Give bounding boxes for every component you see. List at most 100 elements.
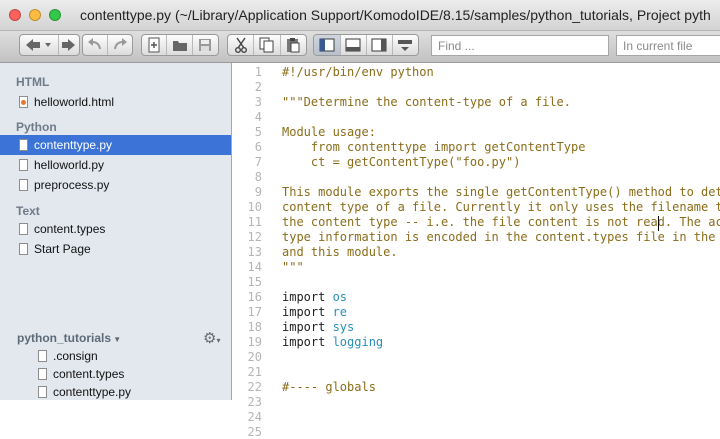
line-number: 3	[254, 95, 262, 109]
code-line: #!/usr/bin/env python	[282, 65, 434, 79]
places-sidebar: HTML helloworld.html Python contenttype.…	[0, 63, 232, 400]
cut-button[interactable]	[228, 35, 255, 55]
minimize-window-button[interactable]	[29, 9, 41, 21]
line-number: 8	[254, 170, 262, 184]
section-python: Python	[16, 120, 57, 134]
back-button[interactable]	[20, 35, 60, 55]
close-window-button[interactable]	[9, 9, 21, 21]
redo-icon	[113, 38, 127, 50]
sidebar-start-page[interactable]: Start Page	[0, 239, 231, 259]
text-cursor	[658, 216, 659, 231]
page-icon	[19, 243, 28, 255]
bottom-pane-icon	[345, 38, 361, 52]
line-number: 19	[247, 335, 262, 349]
right-pane-icon	[371, 38, 387, 52]
fullscreen-button[interactable]	[393, 35, 418, 55]
save-icon	[199, 39, 212, 51]
code-line: import sys	[282, 320, 355, 334]
file-label: contenttype.py	[34, 138, 113, 152]
zoom-window-button[interactable]	[49, 9, 61, 21]
sidebar-file-content-types[interactable]: content.types	[0, 219, 231, 239]
line-number: 10	[247, 200, 262, 214]
file-icon	[38, 368, 47, 380]
line-number: 20	[247, 350, 262, 364]
project-file-content-types[interactable]: content.types	[0, 364, 231, 384]
line-number: 23	[247, 395, 262, 409]
sidebar-file-contenttype-py[interactable]: contenttype.py	[0, 135, 231, 155]
gear-icon[interactable]: ⚙▾	[203, 329, 220, 347]
copy-button[interactable]	[254, 35, 281, 55]
undo-icon	[87, 38, 101, 50]
file-label: content.types	[34, 222, 106, 236]
forward-icon	[62, 39, 76, 51]
line-number: 15	[247, 275, 262, 289]
paste-button[interactable]	[281, 35, 306, 55]
cut-icon	[234, 37, 247, 53]
project-file-contenttype-py[interactable]: contenttype.py	[0, 382, 231, 402]
layout-group	[313, 34, 419, 56]
code-line: import re	[282, 305, 348, 319]
line-number: 21	[247, 365, 262, 379]
line-number: 9	[254, 185, 262, 199]
forward-button[interactable]	[59, 35, 79, 55]
file-group	[141, 34, 219, 56]
redo-button[interactable]	[108, 35, 132, 55]
code-line: type information is encoded in the conte…	[282, 230, 720, 244]
code-line: import os	[282, 290, 348, 304]
title-bar: contenttype.py (~/Library/Application Su…	[0, 0, 720, 31]
python-file-icon	[19, 159, 28, 171]
project-name: python_tutorials	[17, 331, 112, 345]
section-text: Text	[16, 204, 40, 218]
toggle-left-pane-button[interactable]	[314, 35, 341, 55]
code-line: import logging	[282, 335, 384, 349]
fullscreen-icon	[398, 40, 413, 51]
code-line: the content type -- i.e. the file conten…	[282, 215, 720, 229]
code-line: #---- globals	[282, 380, 376, 394]
line-number: 24	[247, 410, 262, 424]
project-name-dropdown[interactable]: python_tutorials ▼	[17, 331, 121, 345]
code-line: ct = getContentType("foo.py")	[282, 155, 521, 169]
new-file-icon	[148, 37, 160, 53]
history-group	[19, 34, 80, 56]
line-number: 18	[247, 320, 262, 334]
line-number: 12	[247, 230, 262, 244]
toggle-right-pane-button[interactable]	[367, 35, 393, 55]
file-label: preprocess.py	[34, 178, 110, 192]
line-number: 11	[247, 215, 262, 229]
clipboard-group	[227, 34, 307, 56]
toggle-bottom-pane-button[interactable]	[341, 35, 367, 55]
save-button[interactable]	[193, 35, 218, 55]
code-line: Module usage:	[282, 125, 376, 139]
line-number: 25	[247, 425, 262, 439]
python-file-icon	[38, 386, 47, 398]
line-number: 17	[247, 305, 262, 319]
section-html: HTML	[16, 75, 50, 89]
code-line: """Determine the content-type of a file.	[282, 95, 571, 109]
left-pane-icon	[319, 38, 335, 52]
line-number: 14	[247, 260, 262, 274]
line-number: 22	[247, 380, 262, 394]
find-scope-select[interactable]: In current file	[616, 35, 720, 56]
undo-button[interactable]	[83, 35, 108, 55]
paste-icon	[287, 38, 300, 53]
copy-icon	[259, 37, 274, 53]
file-label: contenttype.py	[53, 385, 132, 399]
chevron-down-icon: ▼	[111, 335, 122, 344]
new-file-button[interactable]	[142, 35, 168, 55]
sidebar-file-preprocess-py[interactable]: preprocess.py	[0, 175, 231, 195]
open-button[interactable]	[167, 35, 193, 55]
line-number: 16	[247, 290, 262, 304]
file-label: .consign	[53, 349, 98, 363]
line-number: 5	[254, 125, 262, 139]
open-folder-icon	[172, 41, 187, 51]
sidebar-file-helloworld-py[interactable]: helloworld.py	[0, 155, 231, 175]
sidebar-file-helloworld-html[interactable]: helloworld.html	[0, 92, 231, 112]
code-line: from contenttype import getContentType	[282, 140, 586, 154]
code-editor[interactable]: 1 2 3 4 5 6 7 8 9 10 11 12 13 14 15 16 17 18 19 20 21 22 23 24 2…	[232, 63, 720, 439]
file-label: helloworld.py	[34, 158, 105, 172]
project-file-consign[interactable]: .consign	[0, 346, 231, 366]
code-line: and this module.	[282, 245, 398, 259]
find-input[interactable]: Find ...	[431, 35, 609, 56]
code-line: """	[282, 260, 304, 274]
file-label: Start Page	[34, 242, 91, 256]
